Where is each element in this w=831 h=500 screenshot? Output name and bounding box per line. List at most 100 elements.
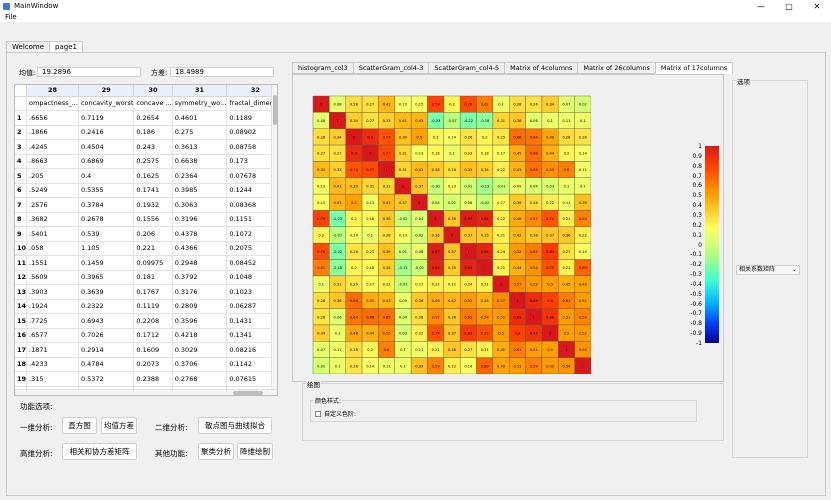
- table-cell[interactable]: 1.105: [78, 241, 135, 256]
- table-cell[interactable]: 0.3596: [172, 313, 228, 329]
- row-number[interactable]: 4: [15, 154, 28, 169]
- table-cell[interactable]: 0.4218: [172, 328, 228, 343]
- table-cell[interactable]: .7725: [26, 313, 79, 329]
- cluster-button[interactable]: 聚类分析: [198, 443, 234, 460]
- table-row[interactable]: 12.5609 0.3965 0.181 0.3792 0.1048: [15, 270, 277, 285]
- menu-file[interactable]: File: [5, 13, 17, 21]
- table-cell[interactable]: 0.6869: [78, 154, 135, 169]
- minimize-button[interactable]: —: [747, 0, 775, 12]
- table-cell[interactable]: 0.2416: [78, 125, 135, 140]
- table-row[interactable]: 9.5401 0.539 0.206 0.4378 0.1072: [15, 226, 277, 242]
- tab-matrix-4[interactable]: Matrix of 4columns: [504, 62, 579, 74]
- column-number[interactable]: 28: [26, 85, 79, 97]
- table-cell[interactable]: 0.2948: [172, 255, 228, 271]
- table-cell[interactable]: 0.2073: [133, 357, 173, 372]
- table-cell[interactable]: .1871: [26, 342, 79, 358]
- table-cell[interactable]: 0.2654: [133, 110, 173, 126]
- custom-color-checkbox[interactable]: 自定义色阶:: [315, 409, 356, 418]
- tab-histogram-col3[interactable]: histogram_col3: [292, 62, 354, 74]
- table-cell[interactable]: 0.1932: [133, 197, 173, 213]
- checkbox-box[interactable]: [315, 410, 321, 417]
- table-cell[interactable]: 0.2768: [172, 371, 228, 387]
- row-number[interactable]: 19: [15, 371, 28, 387]
- row-number[interactable]: 9: [15, 226, 28, 242]
- matrix-type-select[interactable]: 相关系数矩阵 ⌄: [736, 265, 800, 275]
- tab-matrix-26[interactable]: Matrix of 26columns: [577, 62, 656, 74]
- table-row[interactable]: 17.1871 0.2914 0.1609 0.3029 0.08216: [15, 342, 277, 358]
- table-cell[interactable]: 0.206: [133, 226, 173, 242]
- histogram-button[interactable]: 直方图: [62, 417, 97, 434]
- table-cell[interactable]: 0.2388: [133, 371, 173, 387]
- row-number[interactable]: 5: [15, 168, 28, 184]
- table-cell[interactable]: .8663: [26, 154, 79, 169]
- row-number[interactable]: 17: [15, 342, 28, 358]
- row-number[interactable]: 18: [15, 357, 28, 372]
- column-number[interactable]: 29: [78, 85, 135, 97]
- table-cell[interactable]: 0.3029: [172, 342, 228, 358]
- maximize-button[interactable]: □: [775, 0, 803, 12]
- table-row[interactable]: 14.1924 0.2322 0.1119 0.2809 0.06287: [15, 299, 277, 314]
- row-number[interactable]: 3: [15, 139, 28, 155]
- column-name-cell[interactable]: concavity_worst: [78, 96, 135, 111]
- table-cell[interactable]: 0.7026: [78, 328, 135, 343]
- close-button[interactable]: ✕: [803, 0, 831, 12]
- table-cell[interactable]: 0.1556: [133, 212, 173, 227]
- table-cell[interactable]: 0.6638: [172, 154, 228, 169]
- table-cell[interactable]: 0.7119: [78, 110, 135, 126]
- column-number[interactable]: 31: [172, 85, 228, 97]
- table-cell[interactable]: .2576: [26, 197, 79, 213]
- table-cell[interactable]: 0.5355: [78, 183, 135, 198]
- table-row[interactable]: 11.1551 0.1459 0.09975 0.2948 0.08452: [15, 255, 277, 271]
- row-number[interactable]: 16: [15, 328, 28, 343]
- table-cell[interactable]: 0.186: [133, 125, 173, 140]
- table-cell[interactable]: 0.3706: [172, 357, 228, 372]
- table-row[interactable]: 10.058 1.105 0.221 0.4366 0.2075: [15, 241, 277, 256]
- row-number[interactable]: 15: [15, 313, 28, 329]
- table-cell[interactable]: 0.2914: [78, 342, 135, 358]
- scatter-fit-button[interactable]: 散点图与曲线拟合: [198, 417, 272, 434]
- table-cell[interactable]: 0.275: [172, 125, 228, 140]
- table-cell[interactable]: 0.1609: [133, 342, 173, 358]
- table-cell[interactable]: 0.3965: [78, 270, 135, 285]
- table-cell[interactable]: 0.2678: [78, 212, 135, 227]
- table-row[interactable]: 1.6656 0.7119 0.2654 0.4601 0.1189: [15, 110, 277, 126]
- dim-reduction-button[interactable]: 降维绘制: [237, 443, 273, 460]
- table-cell[interactable]: .4233: [26, 357, 79, 372]
- table-cell[interactable]: 0.1741: [133, 183, 173, 198]
- table-cell[interactable]: 0.2809: [172, 299, 228, 314]
- column-name-cell[interactable]: ompactness_...: [26, 96, 79, 111]
- table-cell[interactable]: 0.243: [133, 139, 173, 155]
- table-cell[interactable]: 0.1625: [133, 168, 173, 184]
- table-row[interactable]: 13.3903 0.3639 0.1767 0.3176 0.1023: [15, 284, 277, 300]
- table-row[interactable]: 7.2576 0.3784 0.1932 0.3063 0.08368: [15, 197, 277, 213]
- row-number[interactable]: 1: [15, 110, 28, 126]
- column-number[interactable]: 30: [133, 85, 173, 97]
- table-cell[interactable]: .1551: [26, 255, 79, 271]
- table-vertical-scrollbar[interactable]: [271, 85, 277, 395]
- table-row[interactable]: 16.6577 0.7026 0.1712 0.4218 0.1341: [15, 328, 277, 343]
- table-cell[interactable]: 0.181: [133, 270, 173, 285]
- row-number[interactable]: 11: [15, 255, 28, 271]
- table-cell[interactable]: 0.3196: [172, 212, 228, 227]
- table-cell[interactable]: 0.5372: [78, 371, 135, 387]
- table-cell[interactable]: 0.4378: [172, 226, 228, 242]
- mean-variance-button[interactable]: 均值方差: [101, 417, 137, 434]
- table-row[interactable]: 5.205 0.4 0.1625 0.2364 0.07678: [15, 168, 277, 184]
- table-cell[interactable]: .058: [26, 241, 79, 256]
- table-cell[interactable]: 0.1119: [133, 299, 173, 314]
- table-cell[interactable]: 0.6943: [78, 313, 135, 329]
- table-cell[interactable]: .6656: [26, 110, 79, 126]
- table-cell[interactable]: 0.4601: [172, 110, 228, 126]
- table-cell[interactable]: 0.221: [133, 241, 173, 256]
- table-cell[interactable]: .6577: [26, 328, 79, 343]
- table-row[interactable]: 6.5249 0.5355 0.1741 0.3985 0.1244: [15, 183, 277, 198]
- table-cell[interactable]: 0.2208: [133, 313, 173, 329]
- table-cell[interactable]: .315: [26, 371, 79, 387]
- tab-matrix-17[interactable]: Matrix of 17columns: [654, 62, 734, 74]
- table-cell[interactable]: .3682: [26, 212, 79, 227]
- table-row[interactable]: 3.4245 0.4504 0.243 0.3613 0.08758: [15, 139, 277, 155]
- table-cell[interactable]: 0.2364: [172, 168, 228, 184]
- table-cell[interactable]: 0.2575: [133, 154, 173, 169]
- table-cell[interactable]: .4245: [26, 139, 79, 155]
- table-row[interactable]: 8.3682 0.2678 0.1556 0.3196 0.1151: [15, 212, 277, 227]
